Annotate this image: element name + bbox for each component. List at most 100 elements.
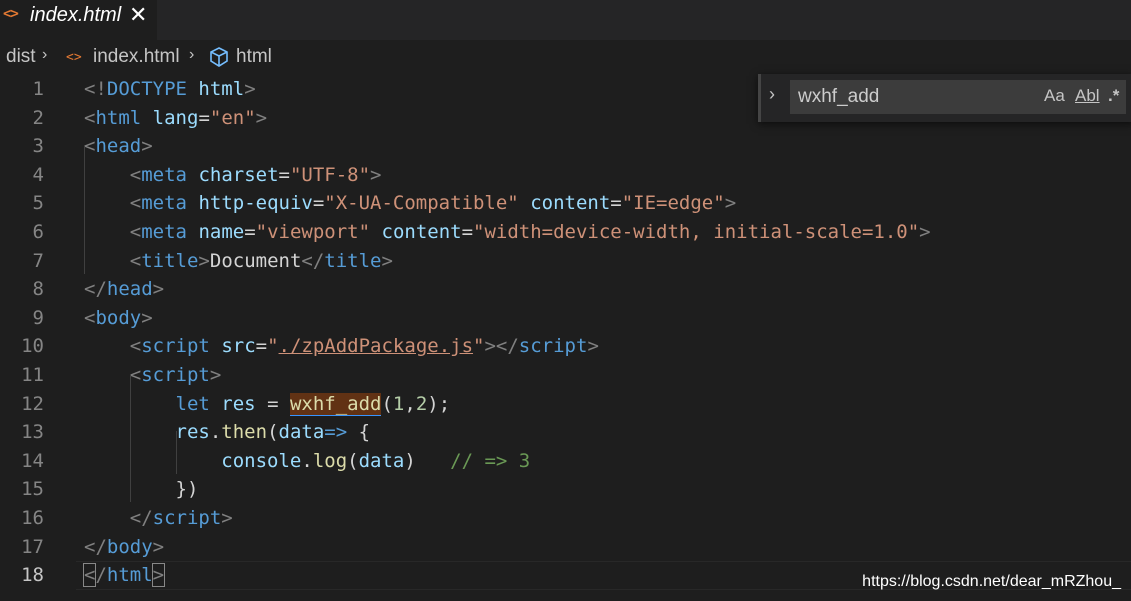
code-token: meta xyxy=(141,163,187,186)
code-line[interactable]: 14 console.log(data) // => 3 xyxy=(0,447,1131,476)
code-line[interactable]: 4 <meta charset="UTF-8"> xyxy=(0,161,1131,190)
code-token: " xyxy=(473,335,485,358)
code-token: meta xyxy=(141,221,187,243)
code-token: head xyxy=(95,135,142,158)
code-token: console xyxy=(221,449,302,472)
code-token: > xyxy=(919,221,931,243)
chevron-right-icon[interactable]: › xyxy=(769,84,775,105)
code-editor[interactable]: 1 <!DOCTYPE html> 2 <html lang="en"> 3 <head>… xyxy=(0,74,1131,601)
chevron-right-icon: › xyxy=(189,46,195,63)
match-case-icon[interactable]: Aa xyxy=(1044,86,1065,106)
code-token: then xyxy=(221,421,268,444)
code-line[interactable]: 17 </body> xyxy=(0,533,1131,562)
code-token: > xyxy=(587,335,599,358)
line-number: 10 xyxy=(21,335,44,358)
code-token: ( xyxy=(381,392,393,415)
code-token: = xyxy=(278,163,290,186)
code-token: "viewport" xyxy=(255,221,371,243)
code-token: < xyxy=(129,364,142,386)
tab-label: index.html xyxy=(30,4,122,26)
line-number: 16 xyxy=(21,507,44,529)
code-token: title xyxy=(141,249,199,272)
breadcrumb-item-html[interactable]: html xyxy=(236,46,272,68)
code-token: = xyxy=(244,221,256,243)
code-token: < xyxy=(84,106,96,129)
code-token: html xyxy=(95,106,142,129)
code-text: <body> xyxy=(84,304,153,333)
code-line[interactable]: 11 <script> xyxy=(0,361,1131,390)
code-token: > xyxy=(141,135,153,158)
code-text: <script> xyxy=(84,361,222,390)
code-token: src xyxy=(221,335,256,358)
code-token: = xyxy=(610,192,622,215)
code-token: let xyxy=(175,392,210,415)
code-text: <meta name="viewport" content="width=dev… xyxy=(84,218,931,247)
line-number: 9 xyxy=(32,306,44,329)
tab-bar: <> index.html ✕ xyxy=(0,0,1131,40)
breadcrumb-item-dist[interactable]: dist xyxy=(6,46,36,68)
line-number: 14 xyxy=(21,449,44,472)
line-number: 12 xyxy=(21,392,44,415)
line-number: 6 xyxy=(32,221,44,243)
code-token: script xyxy=(141,364,210,386)
code-line[interactable]: 16 </script> xyxy=(0,504,1131,533)
code-line[interactable]: 10 <script src="./zpAddPackage.js"></scr… xyxy=(0,332,1131,361)
code-token: content xyxy=(381,221,462,243)
code-token: ./zpAddPackage.js xyxy=(278,335,474,358)
code-token: 1 xyxy=(392,392,405,415)
code-token: > xyxy=(724,192,737,215)
code-line[interactable]: 6 <meta name="viewport" content="width=d… xyxy=(0,218,1131,247)
code-line[interactable]: 15 }) xyxy=(0,475,1131,504)
code-token: > xyxy=(198,249,210,272)
code-token: ( xyxy=(347,449,359,472)
breadcrumb-item-file[interactable]: index.html xyxy=(93,46,180,68)
code-token: // => 3 xyxy=(450,449,531,472)
code-line[interactable]: 13 res.then(data=> { xyxy=(0,418,1131,447)
close-icon[interactable]: ✕ xyxy=(129,2,147,28)
code-token: head xyxy=(106,278,153,301)
code-text: res.then(data=> { xyxy=(84,418,371,447)
code-token: DOCTYPE xyxy=(106,78,187,100)
regex-icon[interactable]: .* xyxy=(1108,86,1119,106)
code-text: <head> xyxy=(84,132,153,161)
code-token: ( xyxy=(267,421,279,444)
code-token: res xyxy=(175,421,210,444)
code-token: = xyxy=(198,106,210,129)
code-token: . xyxy=(301,449,313,472)
code-text: <meta http-equiv="X-UA-Compatible" conte… xyxy=(84,189,736,218)
code-line[interactable]: 3 <head> xyxy=(0,132,1131,161)
code-token: body xyxy=(106,535,153,558)
tab-index-html[interactable]: <> index.html ✕ xyxy=(0,0,157,40)
code-line[interactable]: 9 <body> xyxy=(0,304,1131,333)
code-token: body xyxy=(95,306,142,329)
code-token: <! xyxy=(84,78,107,100)
code-token: > xyxy=(381,249,393,272)
code-token: > xyxy=(152,278,165,301)
code-line[interactable]: 5 <meta http-equiv="X-UA-Compatible" con… xyxy=(0,189,1131,218)
code-token: meta xyxy=(141,192,187,215)
code-text: <title>Document</title> xyxy=(84,247,393,276)
code-token: < xyxy=(82,563,97,588)
line-number: 8 xyxy=(32,278,44,301)
code-token: { xyxy=(347,421,371,444)
line-number: 18 xyxy=(21,564,44,587)
code-line[interactable]: 8 </head> xyxy=(0,275,1131,304)
code-token: ) xyxy=(404,449,451,472)
code-token: script xyxy=(141,335,210,358)
code-token: " xyxy=(267,335,279,358)
code-text: <script src="./zpAddPackage.js"></script… xyxy=(84,332,599,361)
code-line[interactable]: 7 <title>Document</title> xyxy=(0,247,1131,276)
indent-guide xyxy=(130,374,131,502)
code-token: </ xyxy=(301,249,325,272)
match-whole-word-icon[interactable]: Abl xyxy=(1075,86,1100,106)
code-line[interactable]: 12 let res = wxhf_add(1,2); xyxy=(0,390,1131,419)
